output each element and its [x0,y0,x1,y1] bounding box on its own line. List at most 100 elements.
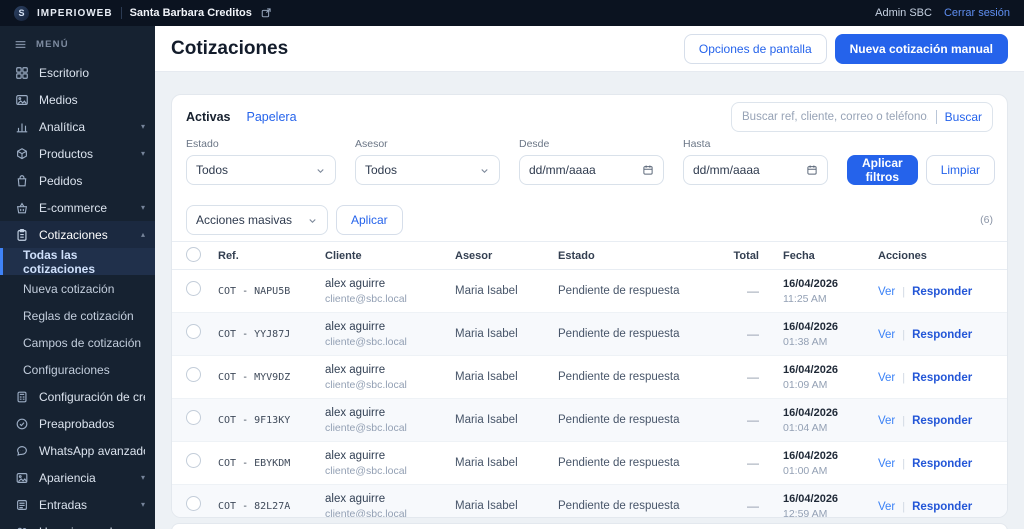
calendar-icon[interactable] [806,164,818,176]
status-text: Pendiente de respuesta [550,484,720,517]
total-value: — [720,355,775,399]
desde-date-input[interactable]: dd/mm/aaaa [519,155,664,185]
advisor-name: Maria Isabel [447,269,550,313]
advisor-name: Maria Isabel [447,398,550,442]
action-divider: | [902,415,906,427]
content: Activas Papelera Buscar Estado Todos [155,72,1024,529]
bulk-apply-button[interactable]: Aplicar [336,205,403,235]
quote-time: 12:59 AM [783,507,828,518]
page-header: Cotizaciones Opciones de pantalla Nueva … [155,26,1024,72]
row-checkbox[interactable] [186,453,201,468]
client-name: alex aguirre [325,320,386,333]
sidebar-item-analitica[interactable]: Analítica ▾ [0,113,155,140]
sidebar-item-ecommerce[interactable]: E-commerce ▾ [0,194,155,221]
check-circle-icon [15,417,29,431]
screen-options-button[interactable]: Opciones de pantalla [683,33,827,64]
respond-link[interactable]: Responder [912,458,972,470]
view-link[interactable]: Ver [878,501,895,513]
quote-time: 01:09 AM [783,378,828,391]
sidebar-subitem-configuraciones[interactable]: Configuraciones [0,356,155,383]
row-checkbox[interactable] [186,281,201,296]
header-estado: Estado [550,241,720,270]
brand-name: IMPERIOWEB [37,7,113,19]
total-value: — [720,398,775,442]
new-quote-button[interactable]: Nueva cotización manual [834,33,1008,64]
sidebar-item-configuracion-de-creditos[interactable]: Configuración de créditos [0,383,155,410]
quote-date: 16/04/2026 [783,363,839,376]
row-checkbox[interactable] [186,496,201,511]
row-checkbox[interactable] [186,367,201,382]
search-divider [935,110,937,124]
sidebar-item-preaprobados[interactable]: Preaprobados [0,410,155,437]
client-email: cliente@sbc.local [325,335,407,348]
respond-link[interactable]: Responder [912,286,972,298]
view-link[interactable]: Ver [878,286,895,298]
sidebar-item-productos[interactable]: Productos ▾ [0,140,155,167]
tab-papelera[interactable]: Papelera [246,110,296,124]
quote-ref: COT - YYJ87J [210,312,317,356]
bulk-actions-select[interactable]: Acciones masivas [186,205,328,235]
view-link[interactable]: Ver [878,415,895,427]
menu-label: MENÚ [36,39,69,50]
respond-link[interactable]: Responder [912,415,972,427]
clipboard-icon [15,228,29,242]
search-input[interactable] [742,111,928,123]
chevron-down-icon: ▾ [140,122,145,131]
advisor-name: Maria Isabel [447,312,550,356]
sidebar-item-escritorio[interactable]: Escritorio [0,59,155,86]
search-box: Buscar [731,102,993,132]
estado-select[interactable]: Todos [186,155,336,185]
search-button[interactable]: Buscar [945,110,982,124]
site-name[interactable]: Santa Barbara Creditos [130,7,252,19]
select-all-checkbox[interactable] [186,246,201,262]
chevron-down-icon: ▾ [140,500,145,509]
table-row: COT - NAPU5B alex aguirre cliente@sbc.loc… [172,269,1007,313]
quote-time: 01:38 AM [783,335,828,348]
hasta-date-input[interactable]: dd/mm/aaaa [683,155,828,185]
client-name: alex aguirre [325,492,386,505]
chevron-down-icon [479,165,490,176]
respond-link[interactable]: Responder [912,501,972,513]
external-link-icon[interactable] [260,7,272,19]
total-value: — [720,441,775,485]
client-name: alex aguirre [325,406,386,419]
sidebar-item-medios[interactable]: Medios [0,86,155,113]
hamburger-icon [14,38,27,51]
sidebar-item-apariencia[interactable]: Apariencia ▾ [0,464,155,491]
respond-link[interactable]: Responder [912,372,972,384]
calendar-icon[interactable] [642,164,654,176]
sidebar-item-whatsapp-avanzado[interactable]: WhatsApp avanzado [0,437,155,464]
quote-time: 01:00 AM [783,464,828,477]
logout-link[interactable]: Cerrar sesión [944,7,1010,19]
respond-link[interactable]: Responder [912,329,972,341]
status-text: Pendiente de respuesta [550,398,720,442]
sidebar-subitem-reglas-de-cotizacion[interactable]: Reglas de cotización [0,302,155,329]
view-link[interactable]: Ver [878,458,895,470]
status-text: Pendiente de respuesta [550,441,720,485]
sidebar-subitem-campos-de-cotizacion[interactable]: Campos de cotización [0,329,155,356]
sidebar-subitem-todas-las-cotizaciones[interactable]: Todas las cotizaciones [0,248,155,276]
view-link[interactable]: Ver [878,329,895,341]
row-checkbox[interactable] [186,324,201,339]
menu-header[interactable]: MENÚ [0,26,155,59]
page-title: Cotizaciones [171,37,289,59]
apply-filters-button[interactable]: Aplicar filtros [847,155,918,185]
tab-activas[interactable]: Activas [186,110,230,124]
sidebar-item-entradas[interactable]: Entradas ▾ [0,491,155,518]
desde-label: Desde [519,138,550,150]
sidebar-item-cotizaciones[interactable]: Cotizaciones ▴ [0,221,155,248]
chat-bubble-icon [15,444,29,458]
quote-date: 16/04/2026 [783,320,839,333]
clear-filters-button[interactable]: Limpiar [925,155,996,185]
sidebar-item-usuarios-y-roles[interactable]: Usuarios y roles [0,518,155,529]
sidebar-subitem-nueva-cotizacion[interactable]: Nueva cotización [0,275,155,302]
bar-chart-icon [15,120,29,134]
row-checkbox[interactable] [186,410,201,425]
chevron-down-icon [315,165,326,176]
sidebar-item-pedidos[interactable]: Pedidos [0,167,155,194]
view-link[interactable]: Ver [878,372,895,384]
client-email: cliente@sbc.local [325,378,407,391]
media-icon [15,93,29,107]
user-name: Admin SBC [875,7,932,19]
asesor-select[interactable]: Todos [355,155,500,185]
